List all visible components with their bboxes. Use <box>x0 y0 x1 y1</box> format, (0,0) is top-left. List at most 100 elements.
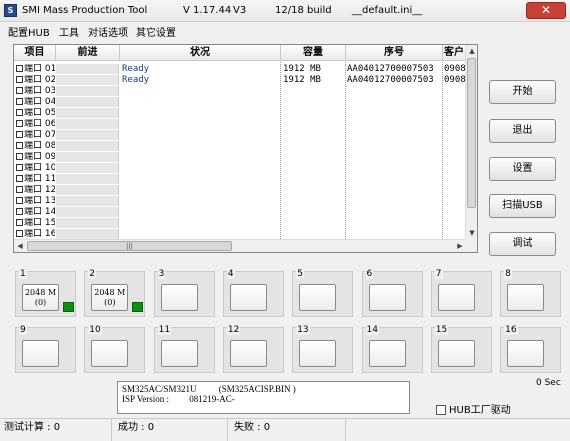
row-checkbox[interactable] <box>16 120 23 127</box>
port-group: 1 2048 M (0) <box>15 269 76 317</box>
table-row[interactable]: 端口 07 <box>14 130 466 140</box>
port-button[interactable] <box>22 340 59 367</box>
port-button[interactable] <box>507 340 545 367</box>
row-port-label: 端口 08 <box>24 141 55 151</box>
menu-config-hub[interactable]: 配置HUB <box>8 24 50 39</box>
close-button[interactable]: ✕ <box>526 2 566 19</box>
port-number: 13 <box>296 325 310 335</box>
vertical-scroll-thumb[interactable] <box>467 58 476 208</box>
menu-bar: 配置HUB 工具 对话选项 其它设置 <box>0 22 570 40</box>
row-checkbox[interactable] <box>16 65 23 72</box>
port-number: 7 <box>434 269 443 279</box>
scan-usb-button[interactable]: 扫描USB <box>489 194 556 218</box>
port-button[interactable] <box>437 284 475 311</box>
table-row[interactable]: 端口 16 <box>14 229 466 239</box>
row-port-label: 端口 14 <box>24 207 55 217</box>
port-button[interactable] <box>229 284 267 311</box>
scroll-up-icon[interactable]: ▲ <box>466 45 477 57</box>
row-progress-cell <box>56 185 119 195</box>
port-button[interactable] <box>229 340 267 367</box>
port-button[interactable] <box>299 340 337 367</box>
row-port-cell: 端口 15 <box>15 218 55 228</box>
col-header-progress[interactable]: 前进 <box>56 45 120 61</box>
table-row[interactable]: 端口 14 <box>14 207 466 217</box>
port-button[interactable] <box>160 340 198 367</box>
table-row[interactable]: 端口 01 Ready 1912 MB AA04012700007503 0908 <box>14 64 466 74</box>
port-button[interactable] <box>507 284 545 311</box>
row-progress-cell <box>56 119 119 129</box>
row-port-label: 端口 13 <box>24 196 55 206</box>
col-header-item[interactable]: 项目 <box>14 45 56 61</box>
scroll-down-icon[interactable]: ▼ <box>466 227 477 239</box>
table-row[interactable]: 端口 08 <box>14 141 466 151</box>
row-progress-cell <box>56 64 119 74</box>
table-row[interactable]: 端口 04 <box>14 97 466 107</box>
row-checkbox[interactable] <box>16 219 23 226</box>
menu-dialog-options[interactable]: 对话选项 <box>88 24 128 39</box>
row-checkbox[interactable] <box>16 131 23 138</box>
col-header-serial[interactable]: 序号 <box>346 45 443 61</box>
vertical-scrollbar[interactable]: ▲ ▼ <box>465 45 477 239</box>
row-progress-cell <box>56 196 119 206</box>
port-group: 5 <box>292 269 354 317</box>
table-row[interactable]: 端口 11 <box>14 174 466 184</box>
row-port-label: 端口 04 <box>24 97 55 107</box>
row-checkbox[interactable] <box>16 98 23 105</box>
port-group: 7 <box>430 269 492 317</box>
port-button[interactable] <box>91 340 129 367</box>
checkbox-box[interactable] <box>436 405 446 415</box>
port-number: 6 <box>365 269 374 279</box>
port-number: 8 <box>504 269 512 279</box>
settings-button[interactable]: 设置 <box>489 157 556 181</box>
col-header-status[interactable]: 状况 <box>120 45 281 61</box>
row-progress-cell <box>56 174 119 184</box>
menu-tools[interactable]: 工具 <box>59 24 79 39</box>
row-checkbox[interactable] <box>16 230 23 237</box>
row-checkbox[interactable] <box>16 153 23 160</box>
scroll-left-icon[interactable]: ◀ <box>14 240 26 252</box>
table-row[interactable]: 端口 09 <box>14 152 466 162</box>
menu-other-settings[interactable]: 其它设置 <box>136 24 176 39</box>
port-button[interactable] <box>299 284 337 311</box>
table-row[interactable]: 端口 02 Ready 1912 MB AA04012700007503 0908 <box>14 75 466 85</box>
table-row[interactable]: 端口 06 <box>14 119 466 129</box>
row-checkbox[interactable] <box>16 76 23 83</box>
port-number: 10 <box>88 325 102 335</box>
horizontal-scrollbar[interactable]: ◀ ||| ▶ <box>14 239 466 252</box>
row-checkbox[interactable] <box>16 197 23 204</box>
exit-button[interactable]: 退出 <box>489 119 556 143</box>
row-checkbox[interactable] <box>16 142 23 149</box>
port-button[interactable]: 2048 M (0) <box>22 284 59 311</box>
port-capacity: 2048 M <box>94 288 126 297</box>
row-checkbox[interactable] <box>16 175 23 182</box>
row-checkbox[interactable] <box>16 109 23 116</box>
port-button[interactable]: 2048 M (0) <box>91 284 129 311</box>
table-row[interactable]: 端口 10 <box>14 163 466 173</box>
port-button[interactable] <box>160 284 198 311</box>
row-checkbox[interactable] <box>16 87 23 94</box>
row-checkbox[interactable] <box>16 208 23 215</box>
table-row[interactable]: 端口 15 <box>14 218 466 228</box>
table-row[interactable]: 端口 13 <box>14 196 466 206</box>
port-list[interactable]: 项目 前进 状况 容量 序号 客户 端口 01 Ready 1912 MB AA040… <box>13 44 478 253</box>
col-header-customer[interactable]: 客户 <box>443 45 466 61</box>
row-checkbox[interactable] <box>16 164 23 171</box>
col-header-capacity[interactable]: 容量 <box>281 45 346 61</box>
port-button[interactable] <box>368 284 406 311</box>
row-port-label: 端口 06 <box>24 119 55 129</box>
port-button[interactable] <box>368 340 406 367</box>
hub-factory-driver-checkbox[interactable]: HUB工厂驱动 <box>436 401 511 416</box>
horizontal-scroll-thumb[interactable]: ||| <box>27 241 232 251</box>
row-port-label: 端口 01 <box>24 64 55 74</box>
row-checkbox[interactable] <box>16 186 23 193</box>
table-row[interactable]: 端口 03 <box>14 86 466 96</box>
table-row[interactable]: 端口 05 <box>14 108 466 118</box>
start-button[interactable]: 开始 <box>489 80 556 104</box>
debug-button[interactable]: 调试 <box>489 232 556 256</box>
row-port-cell: 端口 07 <box>15 130 55 140</box>
row-port-cell: 端口 12 <box>15 185 55 195</box>
port-button[interactable] <box>437 340 475 367</box>
row-port-label: 端口 10 <box>24 163 55 173</box>
table-row[interactable]: 端口 12 <box>14 185 466 195</box>
row-port-label: 端口 03 <box>24 86 55 96</box>
